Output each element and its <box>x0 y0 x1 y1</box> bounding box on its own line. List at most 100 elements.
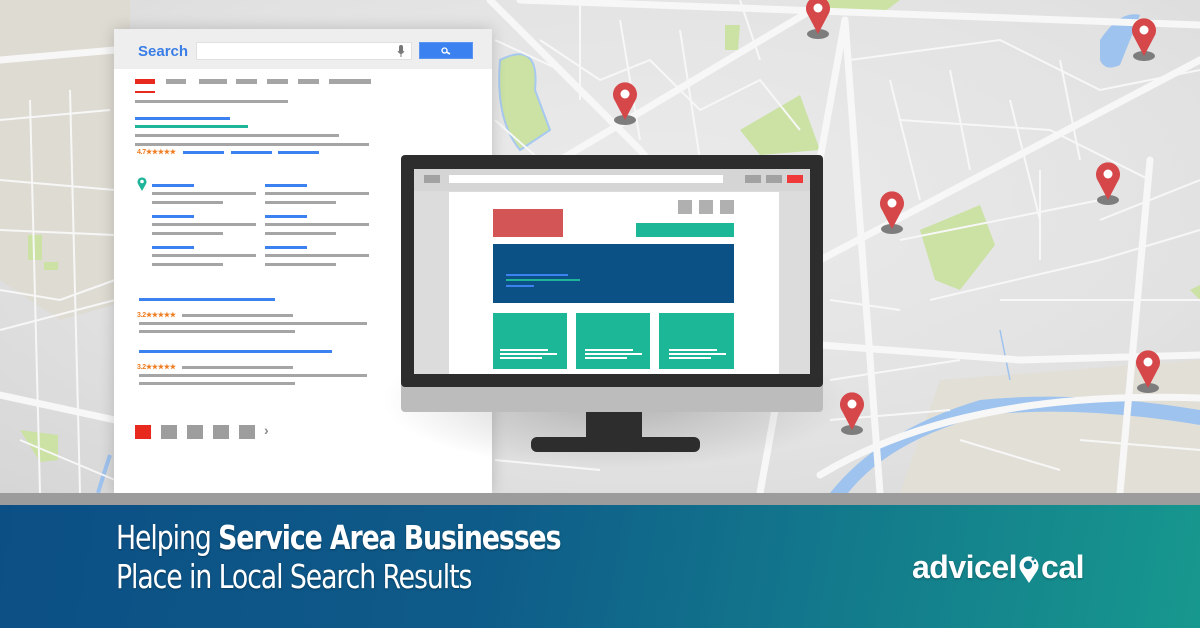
tab-5[interactable] <box>267 79 288 84</box>
local-listing-name[interactable] <box>152 246 194 249</box>
map-pin-icon[interactable] <box>877 189 907 235</box>
local-listing-name[interactable] <box>265 184 307 187</box>
page-2-button[interactable] <box>161 425 177 439</box>
cta-button[interactable] <box>636 223 734 237</box>
hero-banner <box>493 244 734 303</box>
result-snippet <box>139 322 367 325</box>
tab-all[interactable] <box>135 79 155 84</box>
website-mockup <box>449 192 779 374</box>
back-button[interactable] <box>424 175 440 183</box>
result-rating: 3.2★★★★★ <box>137 312 176 319</box>
title-banner: Helping Service Area Businesses Place in… <box>0 505 1200 628</box>
card-line <box>500 357 542 359</box>
browser-toolbar <box>414 169 810 191</box>
local-listing-name[interactable] <box>152 184 194 187</box>
card-line <box>669 353 726 355</box>
local-listing-phone <box>265 232 336 235</box>
tab-more[interactable] <box>329 79 371 84</box>
microphone-icon[interactable] <box>397 45 405 58</box>
headline-line-2: Place in Local Search Results <box>116 557 472 596</box>
social-icon[interactable] <box>699 200 713 214</box>
result-sitelink[interactable] <box>231 151 272 154</box>
minimize-button[interactable] <box>745 175 761 183</box>
monitor-screen <box>414 169 810 374</box>
local-listing-name[interactable] <box>152 215 194 218</box>
result-snippet <box>135 143 369 146</box>
result-url[interactable] <box>135 125 248 128</box>
local-listing-phone <box>152 263 223 266</box>
social-icon[interactable] <box>678 200 692 214</box>
local-listing-phone <box>152 201 223 204</box>
location-pin-logo-icon <box>1019 556 1039 583</box>
page-1-button[interactable] <box>135 425 151 439</box>
card-line <box>585 357 627 359</box>
monitor-neck <box>586 412 642 437</box>
search-label: Search <box>138 43 189 60</box>
local-listing-name[interactable] <box>265 246 307 249</box>
result-title-link[interactable] <box>139 298 275 301</box>
map-pin-icon[interactable] <box>610 80 640 126</box>
monitor-stand <box>531 437 700 452</box>
result-snippet <box>135 134 339 137</box>
local-listing-address <box>152 192 256 195</box>
logo-text: advicel <box>912 549 1018 585</box>
result-sitelink[interactable] <box>278 151 319 154</box>
result-rating: 3.2★★★★★ <box>137 364 176 371</box>
page-3-button[interactable] <box>187 425 203 439</box>
tab-6[interactable] <box>298 79 319 84</box>
result-snippet <box>139 382 295 385</box>
result-title-link[interactable] <box>135 117 230 120</box>
monitor-chin <box>401 383 823 412</box>
close-button[interactable] <box>787 175 803 183</box>
result-stats <box>135 100 288 103</box>
address-bar[interactable] <box>449 175 723 183</box>
local-listing-address <box>265 223 369 226</box>
magnifier-icon <box>440 46 450 55</box>
tab-4[interactable] <box>236 79 257 84</box>
tab-2[interactable] <box>166 79 186 84</box>
local-listing-address <box>265 254 369 257</box>
monitor <box>401 155 823 387</box>
tab-3[interactable] <box>199 79 227 84</box>
result-snippet <box>182 314 293 317</box>
local-listing-address <box>152 254 256 257</box>
logo-text: cal <box>1041 549 1084 585</box>
chevron-right-icon[interactable]: › <box>264 422 269 438</box>
feature-card[interactable] <box>659 313 734 369</box>
map-pin-icon[interactable] <box>1133 348 1163 394</box>
social-icon[interactable] <box>720 200 734 214</box>
headline-text: Helping <box>116 518 219 557</box>
hero-line <box>506 285 534 287</box>
map-pin-icon[interactable] <box>803 0 833 40</box>
page-5-button[interactable] <box>239 425 255 439</box>
headline: Helping Service Area Businesses Place in… <box>116 518 562 596</box>
local-listing-address <box>152 223 256 226</box>
search-button[interactable] <box>419 42 473 59</box>
card-line <box>585 353 642 355</box>
search-header: Search <box>114 29 492 69</box>
search-input[interactable] <box>196 42 412 60</box>
page-4-button[interactable] <box>213 425 229 439</box>
hero-line <box>506 279 580 281</box>
local-listing-phone <box>265 201 336 204</box>
result-snippet <box>182 366 293 369</box>
card-line <box>669 349 717 351</box>
card-line <box>500 349 548 351</box>
result-snippet <box>139 330 295 333</box>
active-tab-indicator <box>135 91 155 93</box>
local-listing-address <box>265 192 369 195</box>
map-pin-icon[interactable] <box>1129 16 1159 62</box>
feature-card[interactable] <box>576 313 650 369</box>
result-snippet <box>139 374 367 377</box>
card-line <box>669 357 711 359</box>
map-pin-icon[interactable] <box>1093 160 1123 206</box>
advicelocal-logo[interactable]: advicel cal <box>912 548 1084 586</box>
card-line <box>500 353 557 355</box>
divider-strip <box>0 493 1200 505</box>
result-rating: 4.7★★★★★ <box>137 149 176 156</box>
result-sitelink[interactable] <box>183 151 224 154</box>
feature-card[interactable] <box>493 313 567 369</box>
local-listing-name[interactable] <box>265 215 307 218</box>
maximize-button[interactable] <box>766 175 782 183</box>
result-title-link[interactable] <box>139 350 332 353</box>
